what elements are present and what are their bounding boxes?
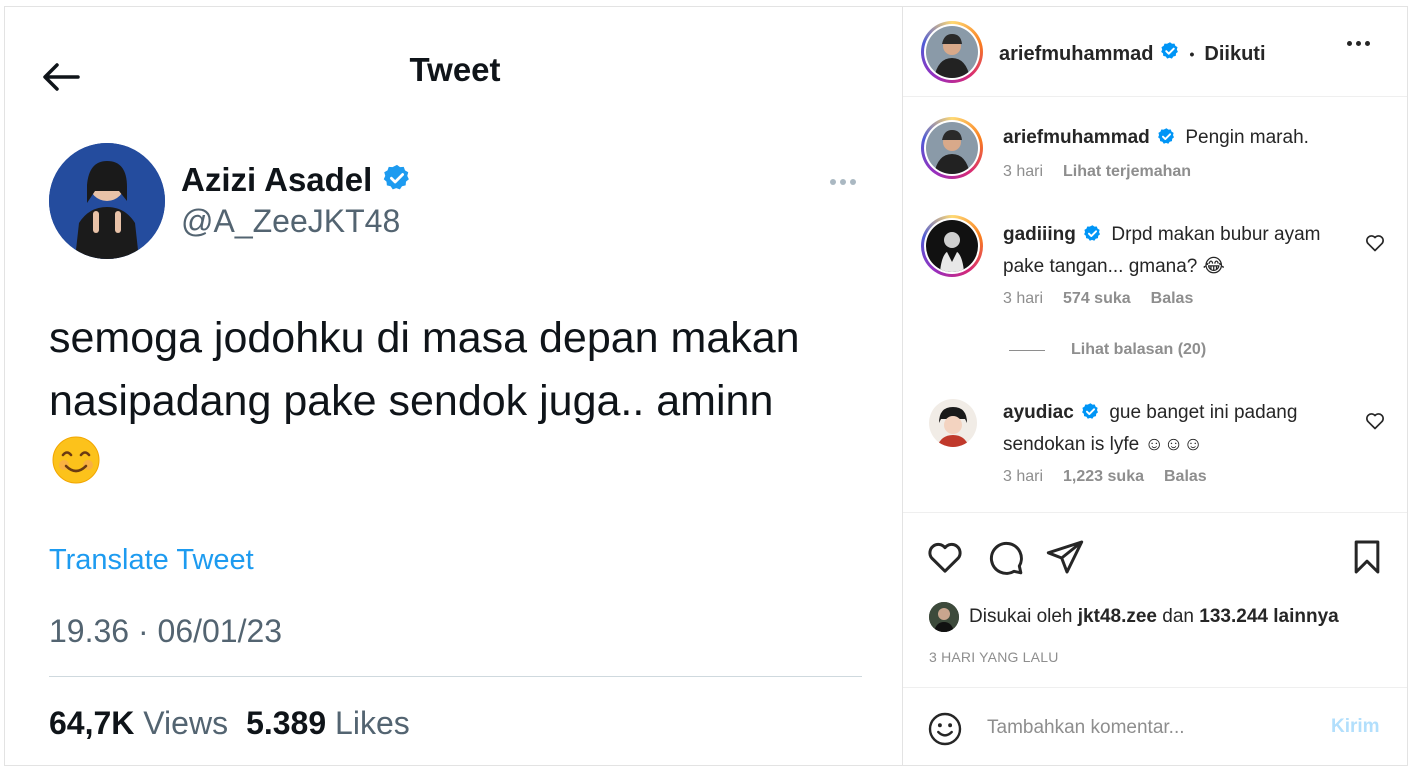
comment-likes[interactable]: 574 suka [1063,290,1131,308]
views-label: Views [143,705,229,741]
avatar[interactable] [49,143,165,259]
comment-text: gadiiing Drpd makan bubur ayam pake tang… [1003,220,1353,281]
avatar[interactable] [921,21,983,83]
see-translation-link[interactable]: Lihat terjemahan [1063,163,1191,181]
tweet-stats: 64,7K Views 5.389 Likes [49,705,410,742]
verified-badge-icon [382,163,412,198]
like-comment-heart-icon[interactable] [1365,411,1385,431]
avatar[interactable] [929,399,977,447]
like-comment-heart-icon[interactable] [1365,233,1385,253]
comment-body: Pengin marah. [1185,127,1309,148]
views-stat[interactable]: 64,7K Views [49,705,228,742]
like-heart-icon[interactable] [925,537,965,577]
page-title: Tweet [409,51,501,88]
post-time-ago[interactable]: 3 HARI YANG LALU [929,649,1059,665]
separator-dot: • [1189,46,1195,62]
header-user-row: ariefmuhammad • Diikuti [999,41,1266,67]
author-name[interactable]: Azizi Asadel [181,161,372,199]
translate-tweet-link[interactable]: Translate Tweet [49,544,254,577]
author-row: Azizi Asadel [181,161,412,199]
divider [49,676,862,677]
liked-by-others[interactable]: 133.244 lainnya [1199,606,1338,627]
tweet-timestamp[interactable]: 19.36 · 06/01/23 [49,613,282,650]
post-comment-button[interactable]: Kirim [1331,716,1380,738]
comment-likes[interactable]: 1,223 suka [1063,468,1144,486]
divider [1009,349,1045,351]
comment-meta: 3 hari Lihat terjemahan [1003,163,1191,181]
header-username[interactable]: ariefmuhammad [999,43,1154,66]
verified-badge-icon [1081,401,1100,430]
comment-meta: 3 hari 574 suka Balas [1003,290,1193,308]
comment-username[interactable]: gadiiing [1003,224,1076,245]
verified-badge-icon [1157,126,1176,155]
share-send-icon[interactable] [1045,537,1085,577]
verified-badge-icon [1160,41,1180,67]
add-comment-bar: Kirim [903,687,1407,765]
comment-time[interactable]: 3 hari [1003,290,1043,308]
post-actions: Disukai oleh jkt48.zee dan 133.244 lainn… [903,512,1407,692]
tweet-panel: Tweet Azizi Asadel @A_ZeeJKT48 semoga jo… [4,6,902,766]
emoji-picker-icon[interactable] [927,711,963,747]
verified-badge-icon [1083,223,1102,252]
likes-stat[interactable]: 5.389 Likes [246,705,410,742]
comment-username[interactable]: ayudiac [1003,402,1074,423]
post-header: ariefmuhammad • Diikuti [903,7,1407,97]
more-options-icon[interactable] [825,167,861,197]
tweet-text: semoga jodohku di masa depan makan nasip… [49,314,800,425]
comment-username[interactable]: ariefmuhammad [1003,127,1150,148]
comment-bubble-icon[interactable] [985,537,1025,577]
avatar[interactable] [929,602,959,632]
avatar[interactable] [921,215,983,277]
view-replies-label: Lihat balasan (20) [1071,341,1207,358]
instagram-panel: ariefmuhammad • Diikuti ariefmuhammad Pe… [902,6,1408,766]
reply-button[interactable]: Balas [1164,468,1207,486]
comment-text: ariefmuhammad Pengin marah. [1003,123,1353,155]
liked-by-prefix: Disukai oleh [969,606,1073,627]
author-handle[interactable]: @A_ZeeJKT48 [181,203,400,240]
comment-time[interactable]: 3 hari [1003,163,1043,181]
add-comment-input[interactable] [987,714,1317,742]
save-bookmark-icon[interactable] [1347,537,1387,577]
reply-button[interactable]: Balas [1151,290,1194,308]
comment-time[interactable]: 3 hari [1003,468,1043,486]
back-arrow-icon[interactable] [39,57,83,97]
smiling-face-emoji-icon [51,435,101,485]
liked-by-user[interactable]: jkt48.zee [1078,606,1157,627]
avatar[interactable] [921,117,983,179]
comment-text: ayudiac gue banget ini padang sendokan i… [1003,398,1353,459]
comment-meta: 3 hari 1,223 suka Balas [1003,468,1207,486]
liked-by-conj: dan [1162,606,1194,627]
more-options-icon[interactable] [1347,41,1370,46]
liked-by: Disukai oleh jkt48.zee dan 133.244 lainn… [929,602,1339,632]
following-button[interactable]: Diikuti [1204,43,1265,66]
view-replies-button[interactable]: Lihat balasan (20) [1009,341,1206,359]
likes-count: 5.389 [246,705,327,741]
likes-label: Likes [335,705,410,741]
views-count: 64,7K [49,705,135,741]
